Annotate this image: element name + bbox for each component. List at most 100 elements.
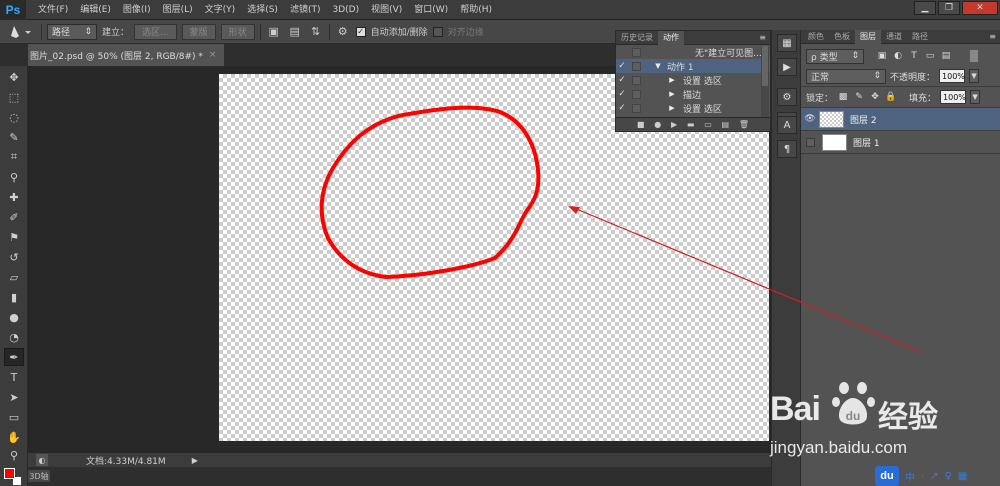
expand-triangle-icon[interactable]: ▶	[667, 104, 677, 112]
lock-image-icon[interactable]: ✎	[853, 91, 865, 103]
path-selection-tool-icon[interactable]: ➤	[4, 388, 24, 406]
gradient-tool-icon[interactable]: ▮	[4, 288, 24, 306]
layer-row[interactable]: 👁 图层 2	[801, 108, 1000, 131]
history-panel-icon[interactable]: ▦	[777, 34, 797, 52]
layer-name[interactable]: 图层 1	[853, 136, 880, 149]
opacity-dropdown-icon[interactable]: ▼	[969, 69, 980, 83]
fill-dropdown-icon[interactable]: ▼	[970, 90, 981, 104]
close-tab-icon[interactable]: ×	[209, 50, 217, 60]
path-alignment-icon[interactable]: ▤	[287, 24, 303, 40]
brush-tool-icon[interactable]: ✐	[4, 208, 24, 226]
auto-add-delete-checkbox[interactable]: ✓	[355, 26, 366, 37]
menu-window[interactable]: 窗口(W)	[408, 0, 454, 20]
tab-history[interactable]: 历史记录	[616, 31, 658, 45]
pixel-filter-icon[interactable]: ▣	[876, 50, 888, 62]
user-icon[interactable]: ♀	[945, 471, 952, 482]
dialog-toggle-box[interactable]	[632, 75, 641, 85]
menu-select[interactable]: 选择(S)	[241, 0, 284, 20]
restore-button[interactable]: ❐	[938, 1, 960, 15]
tab-channels[interactable]: 通道	[881, 30, 907, 44]
layer-kind-filter-select[interactable]: ρ 类型 ⇕	[806, 48, 864, 64]
dialog-toggle-box[interactable]	[632, 61, 641, 71]
collapse-triangle-icon[interactable]: ▼	[653, 62, 663, 70]
smart-object-filter-icon[interactable]: ▤	[940, 50, 952, 62]
path-operations-icon[interactable]: ▣	[266, 24, 282, 40]
move-tool-icon[interactable]: ✥	[4, 68, 24, 86]
stop-icon[interactable]: ■	[637, 120, 645, 129]
tab-paths[interactable]: 路径	[907, 30, 933, 44]
dialog-toggle-box[interactable]	[632, 89, 641, 99]
action-row[interactable]: ✓ ▶ 设置 选区	[616, 101, 770, 115]
dialog-toggle-box[interactable]	[632, 103, 641, 113]
blur-tool-icon[interactable]: ●	[4, 308, 24, 326]
visibility-toggle-box[interactable]	[806, 137, 815, 147]
action-row[interactable]: ✓ ▶ 设置 选区	[616, 73, 770, 87]
layer-row[interactable]: 图层 1	[801, 131, 1000, 154]
menu-type[interactable]: 文字(Y)	[199, 0, 242, 20]
tab-actions[interactable]: 动作	[658, 30, 684, 45]
grid-icon[interactable]: ▦	[958, 471, 967, 482]
pen-tool-icon[interactable]: ✒	[4, 348, 24, 366]
language-toggle[interactable]: 中	[905, 469, 915, 484]
foreground-color-swatch[interactable]	[4, 468, 15, 479]
make-mask-button[interactable]: 蒙版	[181, 23, 216, 40]
filter-toggle-icon[interactable]	[970, 50, 978, 62]
scrollbar-thumb[interactable]	[762, 46, 768, 86]
tab-color[interactable]: 颜色	[803, 30, 829, 44]
menu-layer[interactable]: 图层(L)	[157, 0, 199, 20]
new-set-icon[interactable]: ▬	[687, 120, 695, 129]
properties-panel-icon[interactable]: ⚙	[777, 88, 797, 106]
action-toggle-check[interactable]: ✓	[616, 75, 628, 85]
layer-name[interactable]: 图层 2	[850, 113, 877, 126]
lasso-tool-icon[interactable]: ◌	[4, 108, 24, 126]
menu-3d[interactable]: 3D(D)	[326, 0, 365, 20]
eraser-tool-icon[interactable]: ▱	[4, 268, 24, 286]
tab-swatches[interactable]: 色板	[829, 30, 855, 44]
tab-layers[interactable]: 图层	[855, 29, 881, 44]
3d-axis-tab[interactable]: 3D轴	[28, 470, 50, 482]
zoom-tool-icon[interactable]: ⚲	[4, 446, 24, 464]
minimize-button[interactable]: ▁	[914, 1, 936, 15]
lock-position-icon[interactable]: ✥	[869, 91, 881, 103]
menu-edit[interactable]: 编辑(E)	[74, 0, 117, 20]
document-tab[interactable]: 图片_02.psd @ 50% (图层 2, RGB/8#) * ×	[28, 44, 225, 66]
make-selection-button[interactable]: 选区...	[134, 23, 177, 40]
menu-filter[interactable]: 滤镜(T)	[284, 0, 327, 20]
rectangle-tool-icon[interactable]: ▭	[4, 408, 24, 426]
quick-select-tool-icon[interactable]: ✎	[4, 128, 24, 146]
expand-triangle-icon[interactable]: ▶	[667, 76, 677, 84]
pen-tool-preset-picker[interactable]	[6, 23, 36, 41]
dodge-tool-icon[interactable]: ◔	[4, 328, 24, 346]
action-row[interactable]: ✓ ▶ 描边	[616, 87, 770, 101]
hand-tool-icon[interactable]: ✋	[4, 428, 24, 446]
new-action-icon[interactable]: ▭	[704, 120, 712, 129]
eye-icon[interactable]: 👁	[801, 114, 819, 124]
adjustment-filter-icon[interactable]: ◐	[892, 50, 904, 62]
share-icon[interactable]: ↗	[930, 471, 938, 482]
panel-menu-icon[interactable]: ≡	[989, 32, 996, 41]
menu-file[interactable]: 文件(F)	[32, 0, 74, 20]
path-arrangement-icon[interactable]: ⇅	[308, 24, 324, 40]
record-icon[interactable]: ●	[654, 120, 661, 129]
lock-all-icon[interactable]: 🔒	[885, 91, 897, 103]
healing-brush-tool-icon[interactable]: ✚	[4, 188, 24, 206]
opacity-input[interactable]: 100%	[939, 69, 966, 83]
action-toggle-check[interactable]: ✓	[616, 61, 628, 71]
crop-tool-icon[interactable]: ⌗	[4, 148, 24, 166]
clone-stamp-tool-icon[interactable]: ⚑	[4, 228, 24, 246]
zoom-level-icon[interactable]: ◐	[36, 454, 48, 466]
lock-transparent-icon[interactable]: ▩	[837, 91, 849, 103]
action-row[interactable]: ✓ ▼ 动作 1	[616, 59, 770, 73]
action-row[interactable]: 无"建立可见图...	[616, 45, 770, 59]
menu-view[interactable]: 视图(V)	[365, 0, 408, 20]
eyedropper-tool-icon[interactable]: ⚲	[4, 168, 24, 186]
make-shape-button[interactable]: 形状	[220, 23, 255, 40]
expand-triangle-icon[interactable]: ▶	[667, 90, 677, 98]
history-brush-tool-icon[interactable]: ↺	[4, 248, 24, 266]
pen-mode-select[interactable]: 路径 ⇕	[47, 23, 97, 40]
type-tool-icon[interactable]: T	[4, 368, 24, 386]
fill-input[interactable]: 100%	[940, 90, 967, 104]
menu-image[interactable]: 图像(I)	[117, 0, 157, 20]
type-filter-icon[interactable]: T	[908, 50, 920, 62]
trash-icon[interactable]: 🗑	[739, 120, 749, 129]
